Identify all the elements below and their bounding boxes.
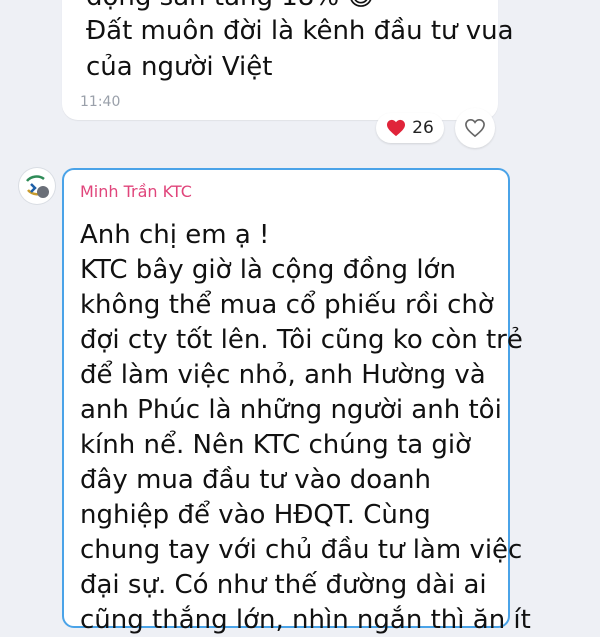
message-line: đại sự. Có như thế đường dài ai xyxy=(80,570,487,600)
sender-name[interactable]: Minh Trần KTC xyxy=(80,182,192,201)
message-line: đây mua đầu tư vào doanh xyxy=(80,465,431,495)
message-line: KTC bây giờ là cộng đồng lớn xyxy=(80,255,456,285)
message-line: không thể mua cổ phiếu rồi chờ xyxy=(80,290,494,320)
sender-avatar[interactable] xyxy=(19,168,55,204)
message-line: Anh chị em ạ ! xyxy=(80,220,270,250)
message-line: để làm việc nhỏ, anh Hường và xyxy=(80,360,486,390)
message-timestamp: 11:40 xyxy=(80,94,121,110)
message-line: cũng thắng lớn, nhìn ngắn thì ăn ít xyxy=(80,605,531,635)
message-line: đợi cty tốt lên. Tôi cũng ko còn trẻ xyxy=(80,325,523,355)
like-button[interactable] xyxy=(455,108,495,148)
reaction-count: 26 xyxy=(412,118,434,138)
message-line: nghiệp để vào HĐQT. Cùng xyxy=(80,500,431,530)
message-line: anh Phúc là những người anh tôi xyxy=(80,395,502,425)
sender-avatar-logo xyxy=(20,169,54,203)
heart-outline-icon xyxy=(465,118,485,138)
previous-message-line: động sản tăng 18% 😅 xyxy=(86,0,374,14)
sweat-smile-emoji: 😅 xyxy=(347,0,374,12)
heart-icon xyxy=(387,119,406,137)
previous-message-bubble[interactable]: động sản tăng 18% 😅 Đất muôn đời là kênh… xyxy=(62,0,514,120)
message-bubble[interactable]: Minh Trần KTC Anh chị em ạ ! KTC bây giờ… xyxy=(62,168,531,635)
previous-message-line: Đất muôn đời là kênh đầu tư vua xyxy=(86,16,514,46)
message-line: chung tay với chủ đầu tư làm việc xyxy=(80,535,523,565)
previous-message-line: của người Việt xyxy=(86,52,273,82)
message-line: kính nể. Nên KTC chúng ta giờ xyxy=(80,430,472,460)
reaction-chip[interactable]: 26 xyxy=(376,113,444,143)
